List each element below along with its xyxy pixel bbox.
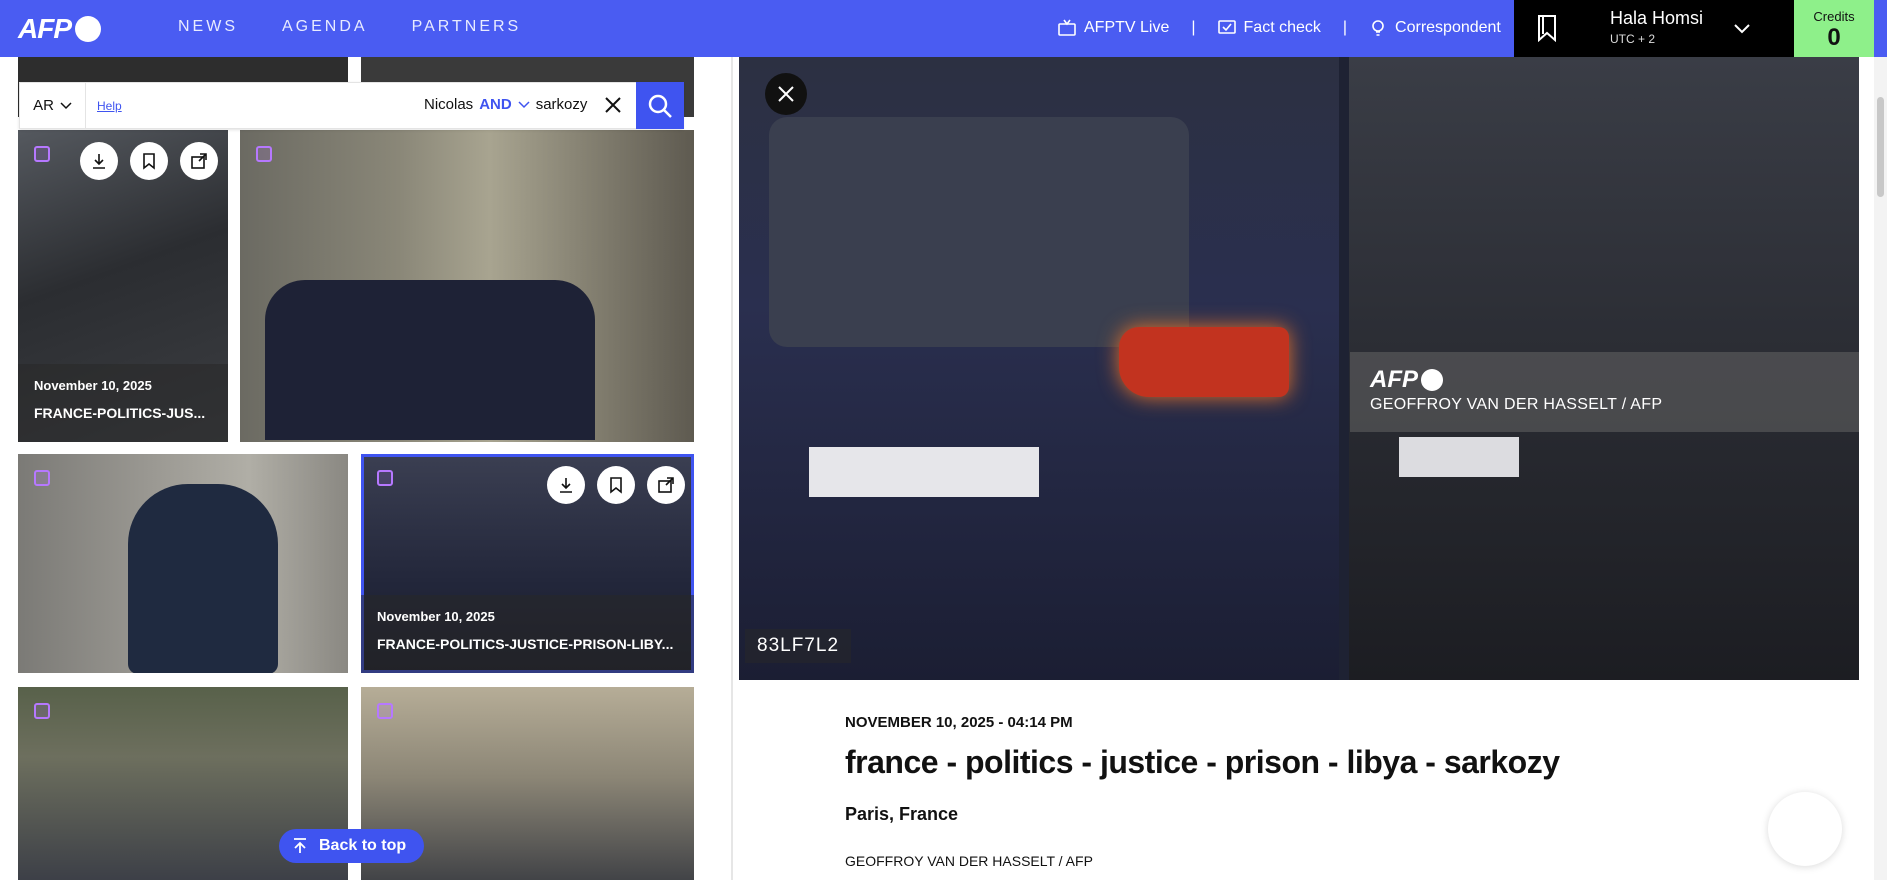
share-button[interactable] (180, 142, 218, 180)
fact-check-icon (1217, 20, 1236, 34)
logo-dot (75, 16, 101, 42)
photo-credit-overlay: AFP GEOFFROY VAN DER HASSELT / AFP (1350, 352, 1859, 432)
photo-credit: GEOFFROY VAN DER HASSELT / AFP (1370, 396, 1663, 413)
search-term-1[interactable]: Nicolas (424, 96, 473, 113)
result-tile[interactable] (240, 130, 694, 442)
restricted-icon (34, 470, 50, 486)
detail-byline: GEOFFROY VAN DER HASSELT / AFP (845, 853, 1093, 869)
credits-box[interactable]: Credits 0 (1794, 0, 1874, 57)
correspondent-label: Correspondent (1395, 19, 1501, 36)
chevron-down-icon (60, 101, 72, 109)
search-button[interactable] (636, 82, 684, 129)
bookmark-button[interactable] (597, 466, 635, 504)
afp-logo[interactable]: AFP (18, 12, 101, 46)
tile-actions (80, 142, 218, 180)
header-links: AFPTV Live | Fact check | Correspondent (1058, 19, 1501, 37)
restricted-icon (34, 146, 50, 162)
tile-caption: November 10, 2025 FRANCE-POLITICS-JUS... (18, 364, 228, 442)
tile-title: FRANCE-POLITICS-JUSTICE-PRISON-LIBY... (377, 636, 674, 652)
operator-chevron-icon[interactable] (518, 99, 530, 111)
download-button[interactable] (547, 466, 585, 504)
result-tile[interactable]: November 10, 2025 FRANCE-POLITICS-JUS... (18, 130, 228, 442)
restricted-icon (377, 703, 393, 719)
share-button[interactable] (647, 466, 685, 504)
afptv-live-link[interactable]: AFPTV Live (1058, 19, 1169, 37)
credits-label: Credits (1813, 9, 1855, 24)
result-tile-selected[interactable]: November 10, 2025 FRANCE-POLITICS-JUSTIC… (361, 454, 694, 673)
nav-partners[interactable]: PARTNERS (412, 18, 522, 36)
language-value: AR (33, 97, 54, 114)
separator: | (1342, 19, 1348, 36)
fact-check-link[interactable]: Fact check (1217, 19, 1321, 37)
help-link[interactable]: Help (97, 99, 122, 113)
lightbulb-icon (1372, 20, 1384, 36)
page-scrollbar[interactable] (1874, 57, 1887, 880)
afp-watermark-logo: AFP (1370, 366, 1839, 394)
separator: | (1191, 19, 1196, 36)
rear-window-shape (769, 117, 1189, 347)
logo-text: AFP (18, 13, 72, 44)
bookmarks-icon[interactable] (1536, 14, 1558, 42)
tile-date: November 10, 2025 (34, 378, 152, 393)
tile-actions (547, 466, 685, 504)
scrollbar-thumb[interactable] (1877, 97, 1884, 197)
restricted-icon (34, 703, 50, 719)
language-select[interactable]: AR (20, 83, 86, 128)
result-tile[interactable] (18, 454, 348, 673)
user-menu[interactable]: Hala Homsi UTC + 2 (1514, 0, 1794, 57)
second-plate-shape (1399, 437, 1519, 477)
user-name: Hala Homsi (1610, 8, 1704, 28)
fact-check-label: Fact check (1243, 19, 1321, 36)
afptv-label: AFPTV Live (1084, 19, 1170, 36)
tail-light-shape (1119, 327, 1289, 397)
chat-bubble-button[interactable] (1768, 792, 1842, 866)
arrow-up-icon (294, 838, 306, 853)
detail-title: france - politics - justice - prison - l… (845, 744, 1560, 780)
user-timezone: UTC + 2 (1610, 32, 1656, 46)
credits-value: 0 (1827, 24, 1841, 51)
tile-caption: November 10, 2025 FRANCE-POLITICS-JUSTIC… (361, 595, 694, 673)
close-detail-button[interactable] (765, 73, 807, 115)
main-nav: NEWS AGENDA PARTNERS (178, 18, 565, 36)
search-term-2[interactable]: sarkozy (536, 96, 588, 113)
nav-agenda[interactable]: AGENDA (282, 18, 368, 36)
back-to-top-label: Back to top (319, 837, 407, 854)
search-bar: AR Help Nicolas AND sarkozy (19, 82, 684, 129)
restricted-icon (256, 146, 272, 162)
bookmark-add-icon (143, 153, 155, 170)
watermark-text: AFP (1370, 366, 1418, 393)
chevron-down-icon[interactable] (1732, 18, 1752, 38)
photo-reference: 83LF7L2 (745, 629, 852, 663)
correspondent-link[interactable]: Correspondent (1369, 19, 1501, 37)
police-officers-shape (265, 280, 595, 440)
operator-select[interactable]: AND (479, 96, 512, 113)
back-to-top-button[interactable]: Back to top (279, 829, 425, 863)
detail-location: Paris, France (845, 804, 959, 824)
download-button[interactable] (80, 142, 118, 180)
tile-date: November 10, 2025 (377, 609, 495, 624)
panel-divider (731, 57, 733, 880)
watermark-dot (1421, 369, 1443, 391)
tile-title: FRANCE-POLITICS-JUS... (34, 405, 206, 421)
bookmark-button[interactable] (130, 142, 168, 180)
top-navbar: AFP NEWS AGENDA PARTNERS AFPTV Live | Fa… (0, 0, 1887, 57)
person-shape (128, 484, 278, 673)
search-icon (648, 94, 672, 118)
share-icon (658, 477, 674, 493)
license-plate-shape (809, 447, 1039, 497)
detail-image: AFP GEOFFROY VAN DER HASSELT / AFP 83LF7… (739, 57, 1859, 680)
download-icon (93, 154, 105, 169)
bookmark-add-icon (610, 477, 622, 494)
clear-search-icon[interactable] (603, 95, 623, 115)
download-icon (560, 478, 572, 493)
share-icon (191, 153, 207, 169)
close-icon (778, 86, 794, 102)
restricted-icon (377, 470, 393, 486)
results-panel: November 10, 2025 FRANCE-POLITICS-JUS...… (0, 57, 730, 880)
nav-news[interactable]: NEWS (178, 18, 238, 36)
tv-icon (1058, 19, 1076, 36)
search-query[interactable]: Nicolas AND sarkozy (424, 96, 587, 113)
detail-datetime: NOVEMBER 10, 2025 - 04:14 PM (845, 714, 1073, 731)
